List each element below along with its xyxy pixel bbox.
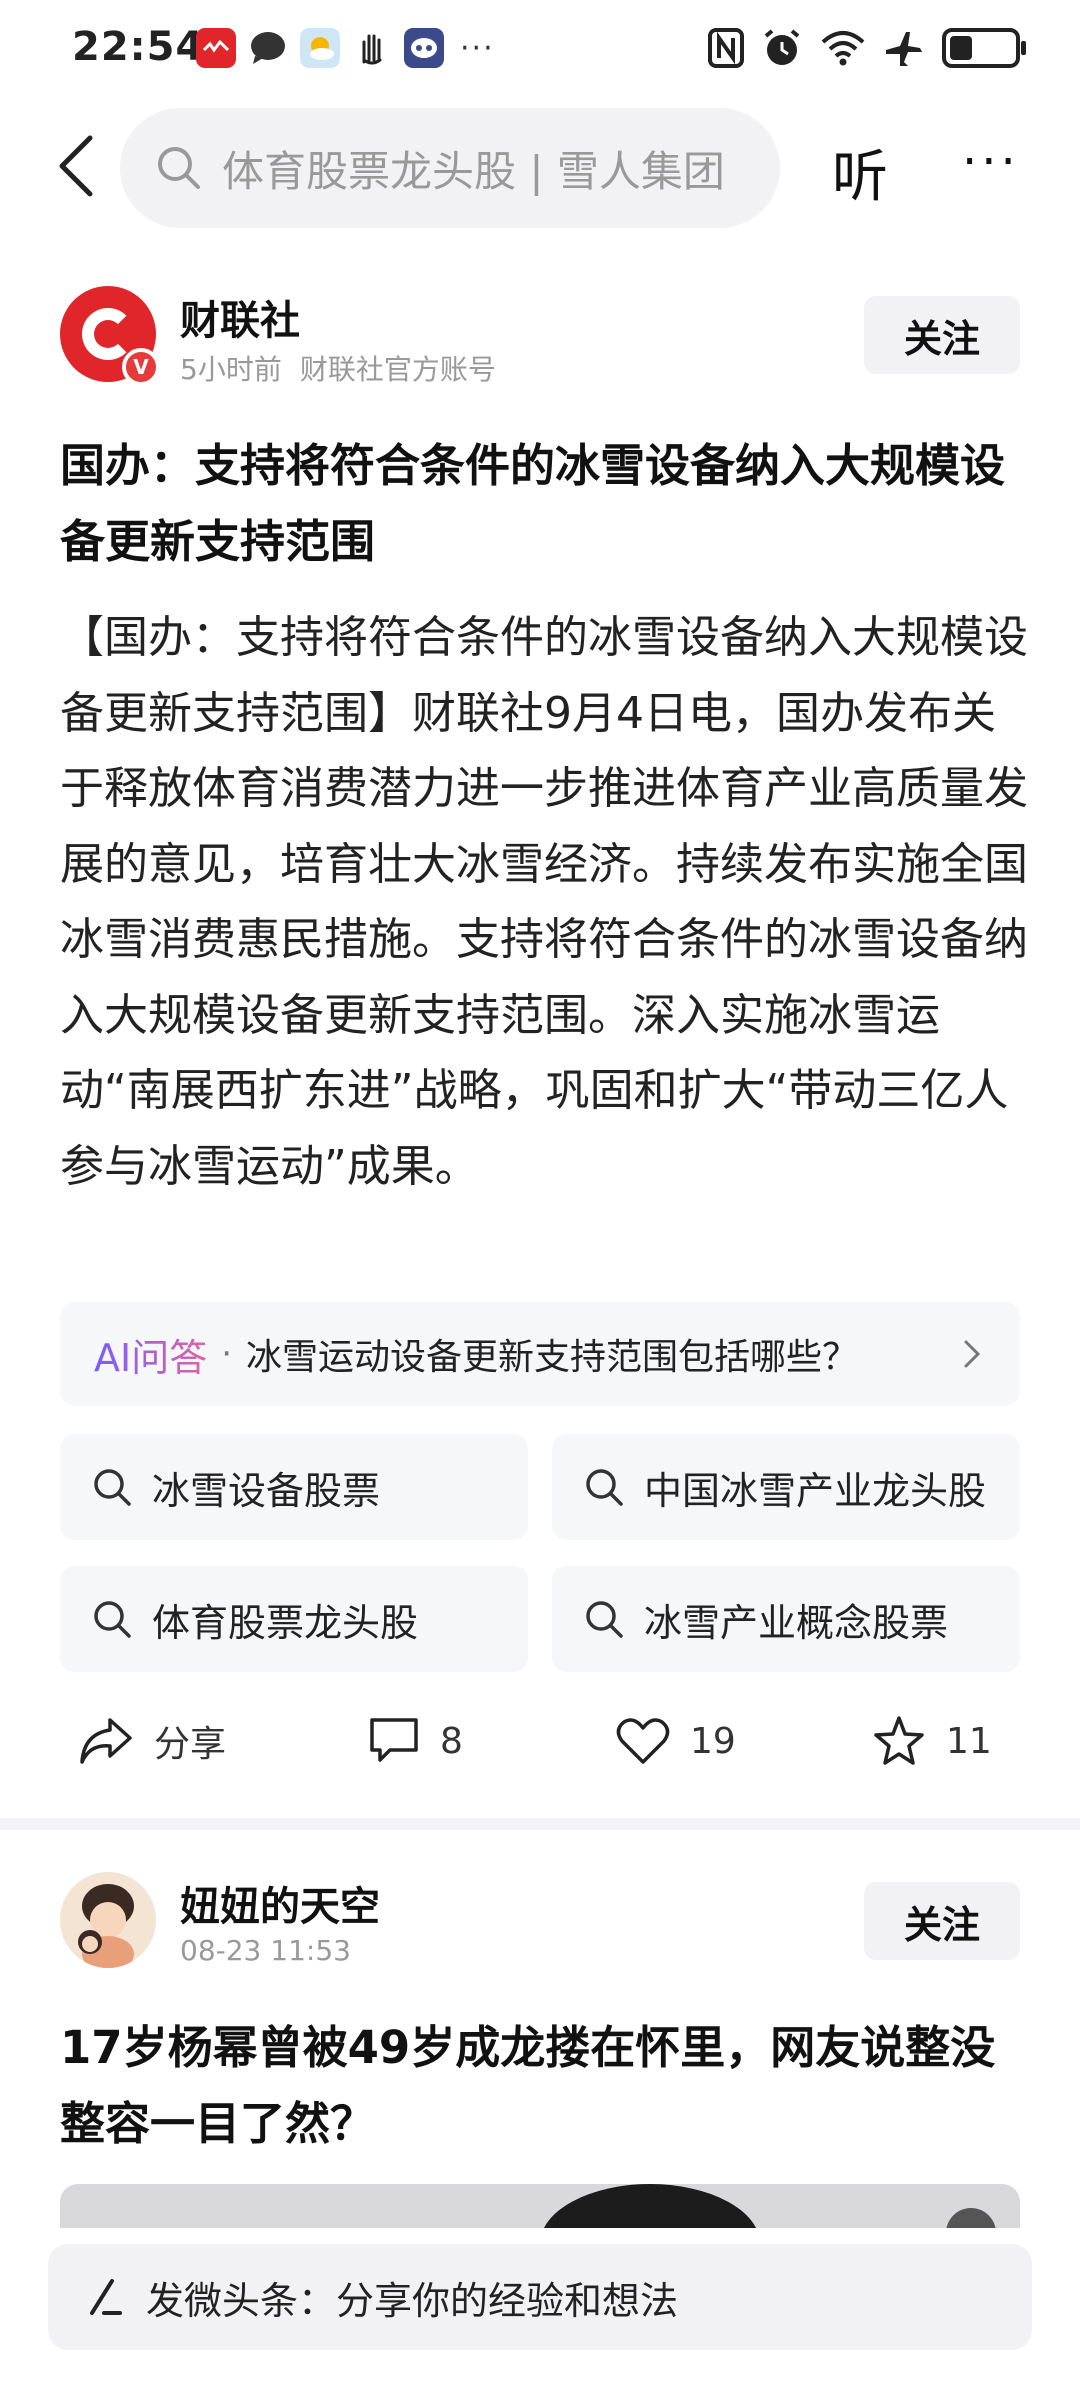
search-tag-label: 冰雪设备股票 <box>152 1468 381 1513</box>
search-tag[interactable]: 冰雪产业概念股票 <box>552 1566 1020 1672</box>
search-icon <box>586 1601 623 1638</box>
article1-author-row: V 财联社 5小时前 财联社官方账号 关注 <box>60 286 1020 386</box>
search-text: 体育股票龙头股 | 雪人集团 <box>222 146 725 196</box>
assistant-icon <box>404 28 444 68</box>
search-tag-label: 冰雪产业概念股票 <box>644 1600 949 1645</box>
top-nav: 体育股票龙头股 | 雪人集团 听 ··· <box>0 104 1080 228</box>
share-label: 分享 <box>154 1724 227 1765</box>
back-arrow-icon <box>59 135 93 197</box>
search-tag-label: 体育股票龙头股 <box>152 1600 419 1645</box>
search-icon <box>94 1469 131 1506</box>
publish-time: 08-23 11:53 <box>180 1934 351 1967</box>
comment-button[interactable]: 8 <box>368 1696 463 1786</box>
notification-icons: ··· <box>196 28 495 68</box>
nfc-icon <box>708 28 744 68</box>
follow-button[interactable]: 关注 <box>864 1882 1020 1960</box>
pen-icon <box>90 2279 122 2315</box>
chevron-right-icon <box>964 1340 981 1368</box>
search-icon <box>586 1469 623 1506</box>
search-icon <box>94 1601 131 1638</box>
feed-divider <box>0 1818 1080 1830</box>
wifi-icon <box>821 31 865 66</box>
chat-bubble-icon <box>248 28 288 68</box>
search-tag[interactable]: 体育股票龙头股 <box>60 1566 528 1672</box>
compose-post-bar[interactable]: 发微头条：分享你的经验和想法 <box>48 2244 1032 2350</box>
article2-author-row: 妞妞的天空 08-23 11:53 关注 <box>60 1872 1020 1972</box>
more-options-button[interactable]: ··· <box>962 134 1020 190</box>
weather-icon <box>300 28 340 68</box>
hand-icon <box>352 28 392 68</box>
bottom-bar: 发微头条：分享你的经验和想法 <box>0 2228 1080 2400</box>
article-headline[interactable]: 17岁杨幂曾被49岁成龙搂在怀里，网友说整没整容一目了然？ <box>60 2010 1030 2162</box>
alarm-icon <box>764 29 800 65</box>
listen-button[interactable]: 听 <box>832 132 888 213</box>
system-icons <box>708 28 1026 68</box>
author-name[interactable]: 财联社 <box>180 288 300 346</box>
status-time: 22:54 <box>72 24 205 70</box>
share-icon <box>80 1718 132 1764</box>
more-notifications-icon: ··· <box>460 30 495 66</box>
related-search-tags: 冰雪设备股票 中国冰雪产业龙头股 体育股票龙头股 冰雪产业概念股票 <box>60 1434 1020 1672</box>
article-headline[interactable]: 国办：支持将符合条件的冰雪设备纳入大规模设备更新支持范围 <box>60 428 1030 580</box>
ai-question-row[interactable]: AI问答 · 冰雪运动设备更新支持范围包括哪些？ <box>60 1302 1020 1406</box>
ai-label: AI问答 <box>94 1327 207 1382</box>
article-body: 【国办：支持将符合条件的冰雪设备纳入大规模设备更新支持范围】财联社9月4日电，国… <box>60 612 1028 1192</box>
author-avatar[interactable] <box>60 1872 156 1968</box>
share-button[interactable]: 分享 <box>78 1696 226 1786</box>
account-type: 财联社官方账号 <box>299 353 496 386</box>
status-bar: 22:54 ··· <box>0 0 1080 100</box>
comment-icon <box>370 1718 418 1762</box>
heart-icon <box>616 1718 670 1764</box>
ai-separator: · <box>221 1334 233 1374</box>
compose-placeholder: 发微头条：分享你的经验和想法 <box>146 2278 679 2323</box>
author-name[interactable]: 妞妞的天空 <box>180 1874 380 1932</box>
airplane-icon <box>886 32 922 66</box>
article-actions: 分享 8 19 11 <box>60 1696 1020 1786</box>
like-count: 19 <box>690 1720 736 1762</box>
follow-button[interactable]: 关注 <box>864 296 1020 374</box>
like-button[interactable]: 19 <box>616 1696 736 1786</box>
search-icon <box>158 147 200 189</box>
search-tag[interactable]: 冰雪设备股票 <box>60 1434 528 1540</box>
verified-badge-icon: V <box>122 348 160 386</box>
back-button[interactable] <box>44 130 108 202</box>
favorite-button[interactable]: 11 <box>872 1696 992 1786</box>
comment-count: 8 <box>440 1720 463 1762</box>
search-tag[interactable]: 中国冰雪产业龙头股 <box>552 1434 1020 1540</box>
battery-icon <box>942 28 1026 68</box>
author-meta: 5小时前 财联社官方账号 <box>180 348 496 388</box>
red-app-icon <box>196 28 236 68</box>
search-tag-label: 中国冰雪产业龙头股 <box>644 1468 987 1513</box>
author-avatar[interactable]: V <box>60 286 160 386</box>
search-box[interactable]: 体育股票龙头股 | 雪人集团 <box>120 108 780 228</box>
publish-time: 5小时前 <box>180 353 282 386</box>
favorite-count: 11 <box>946 1720 992 1762</box>
ai-question: 冰雪运动设备更新支持范围包括哪些？ <box>246 1337 859 1378</box>
star-icon <box>874 1716 924 1765</box>
